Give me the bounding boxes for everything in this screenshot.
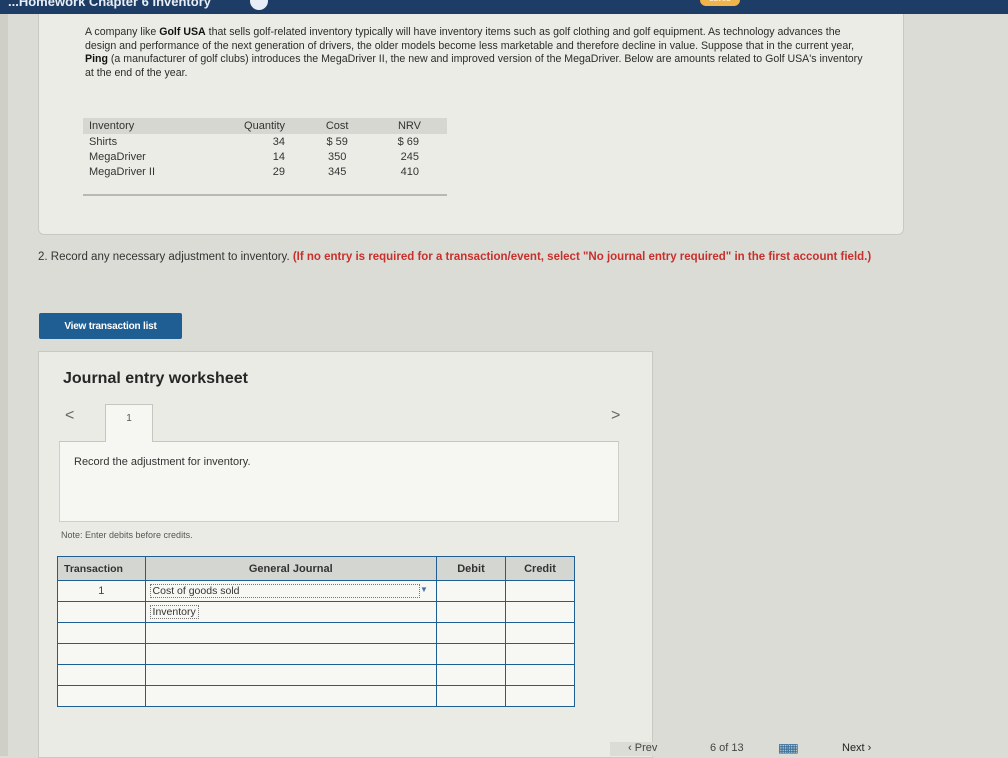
debit-input[interactable] — [435, 580, 506, 602]
account-value[interactable]: Inventory — [149, 605, 199, 619]
table-divider — [83, 194, 447, 196]
cell-inventory: MegaDriver II — [89, 165, 156, 178]
credit-input[interactable] — [504, 685, 576, 707]
question-instruction: (If no entry is required for a transacti… — [292, 251, 872, 263]
inventory-table: Inventory Quantity Cost NRV Shirts 34 $ … — [83, 118, 447, 179]
cell-cost: 350 — [327, 150, 347, 163]
table-row: MegaDriver II 29 345 410 — [83, 164, 447, 179]
cell-quantity: 34 — [272, 135, 286, 148]
view-transaction-list-button[interactable]: View transaction list — [39, 313, 182, 339]
next-label: Next — [842, 742, 865, 754]
tab-entry-1[interactable]: 1 — [105, 404, 153, 443]
table-row — [57, 622, 576, 644]
top-header-bar: ...Homework Chapter 6 Inventory saved — [0, 0, 1008, 14]
cell-cost: 345 — [327, 165, 347, 178]
credit-input[interactable] — [504, 664, 576, 686]
dropdown-arrow-icon[interactable]: ▼ — [420, 585, 430, 595]
info-icon[interactable] — [250, 0, 268, 10]
cell-cost: $ 59 — [326, 135, 348, 148]
grid-icon[interactable]: ▦▦ — [778, 741, 799, 755]
transaction-number — [57, 664, 146, 686]
record-instruction: Record the adjustment for inventory. — [74, 456, 251, 468]
col-inventory: Inventory — [83, 118, 201, 134]
table-row — [57, 685, 576, 707]
debit-input[interactable] — [435, 601, 506, 623]
next-button[interactable]: Next › — [842, 742, 871, 754]
problem-text: A company like Golf USA that sells golf-… — [85, 26, 865, 80]
account-select[interactable] — [144, 622, 437, 644]
saved-badge: saved — [700, 0, 740, 6]
transaction-number — [57, 622, 146, 644]
entry-note: Note: Enter debits before credits. — [61, 530, 193, 540]
cell-nrv: $ 69 — [397, 135, 419, 148]
table-row: Inventory — [57, 601, 576, 623]
page-indicator: 6 of 13 — [710, 742, 744, 754]
cell-nrv: 410 — [400, 165, 419, 178]
debit-input[interactable] — [435, 643, 506, 665]
pagination-bar: ‹ Prev 6 of 13 ▦▦ Next › — [610, 741, 1008, 756]
inventory-header-row: Inventory Quantity Cost NRV — [83, 118, 447, 134]
credit-input[interactable] — [504, 643, 576, 665]
account-select[interactable]: Cost of goods sold ▼ — [144, 580, 437, 602]
debit-input[interactable] — [435, 622, 506, 644]
manufacturer-name: Ping — [85, 53, 108, 66]
left-edge-panel — [0, 14, 8, 756]
cell-nrv: 245 — [400, 150, 419, 163]
question-prompt: 2. Record any necessary adjustment to in… — [38, 251, 293, 263]
cell-quantity: 14 — [272, 150, 286, 163]
table-row — [57, 664, 576, 686]
cell-quantity: 29 — [272, 165, 286, 178]
prev-button[interactable]: ‹ Prev — [628, 742, 657, 754]
credit-input[interactable] — [504, 622, 576, 644]
prev-label: Prev — [634, 742, 658, 754]
cell-inventory: Shirts — [89, 135, 118, 148]
account-select[interactable] — [144, 643, 437, 665]
col-quantity: Quantity — [200, 118, 312, 134]
transaction-number — [57, 685, 146, 707]
col-cost: Cost — [311, 118, 364, 134]
col-nrv: NRV — [363, 118, 447, 134]
debit-input[interactable] — [435, 685, 506, 707]
table-row: 1 Cost of goods sold ▼ — [57, 580, 576, 602]
chevron-right-icon[interactable]: > — [611, 407, 620, 425]
cell-inventory: MegaDriver — [89, 150, 146, 163]
credit-input[interactable] — [504, 580, 576, 602]
debit-input[interactable] — [435, 664, 506, 686]
transaction-number — [57, 643, 146, 665]
journal-header-row: Transaction General Journal Debit Credit — [57, 556, 576, 581]
question-text: 2. Record any necessary adjustment to in… — [38, 250, 918, 264]
journal-entry-worksheet: Journal entry worksheet < > 1 Record the… — [38, 351, 653, 758]
record-instruction-box: Record the adjustment for inventory. — [59, 442, 619, 522]
transaction-number — [57, 601, 146, 623]
problem-card: A company like Golf USA that sells golf-… — [38, 14, 904, 235]
account-select[interactable]: Inventory — [144, 601, 437, 623]
problem-intro-1: A company like — [85, 26, 160, 38]
general-journal-table: Transaction General Journal Debit Credit… — [57, 556, 576, 707]
col-general-journal: General Journal — [144, 556, 437, 581]
worksheet-title: Journal entry worksheet — [63, 370, 248, 387]
assignment-title: ...Homework Chapter 6 Inventory — [8, 0, 211, 9]
table-row: Shirts 34 $ 59 $ 69 — [83, 134, 447, 149]
problem-intro-3: (a manufacturer of golf clubs) introduce… — [85, 53, 863, 79]
table-row: MegaDriver 14 350 245 — [83, 149, 447, 164]
transaction-number: 1 — [57, 580, 146, 602]
table-row — [57, 643, 576, 665]
account-select[interactable] — [144, 685, 437, 707]
col-transaction: Transaction — [57, 556, 146, 581]
account-value[interactable]: Cost of goods sold — [149, 584, 420, 598]
company-name: Golf USA — [159, 26, 206, 38]
account-select[interactable] — [144, 664, 437, 686]
col-credit: Credit — [504, 556, 576, 581]
chevron-left-icon[interactable]: < — [65, 407, 74, 425]
credit-input[interactable] — [504, 601, 576, 623]
col-debit: Debit — [435, 556, 506, 581]
